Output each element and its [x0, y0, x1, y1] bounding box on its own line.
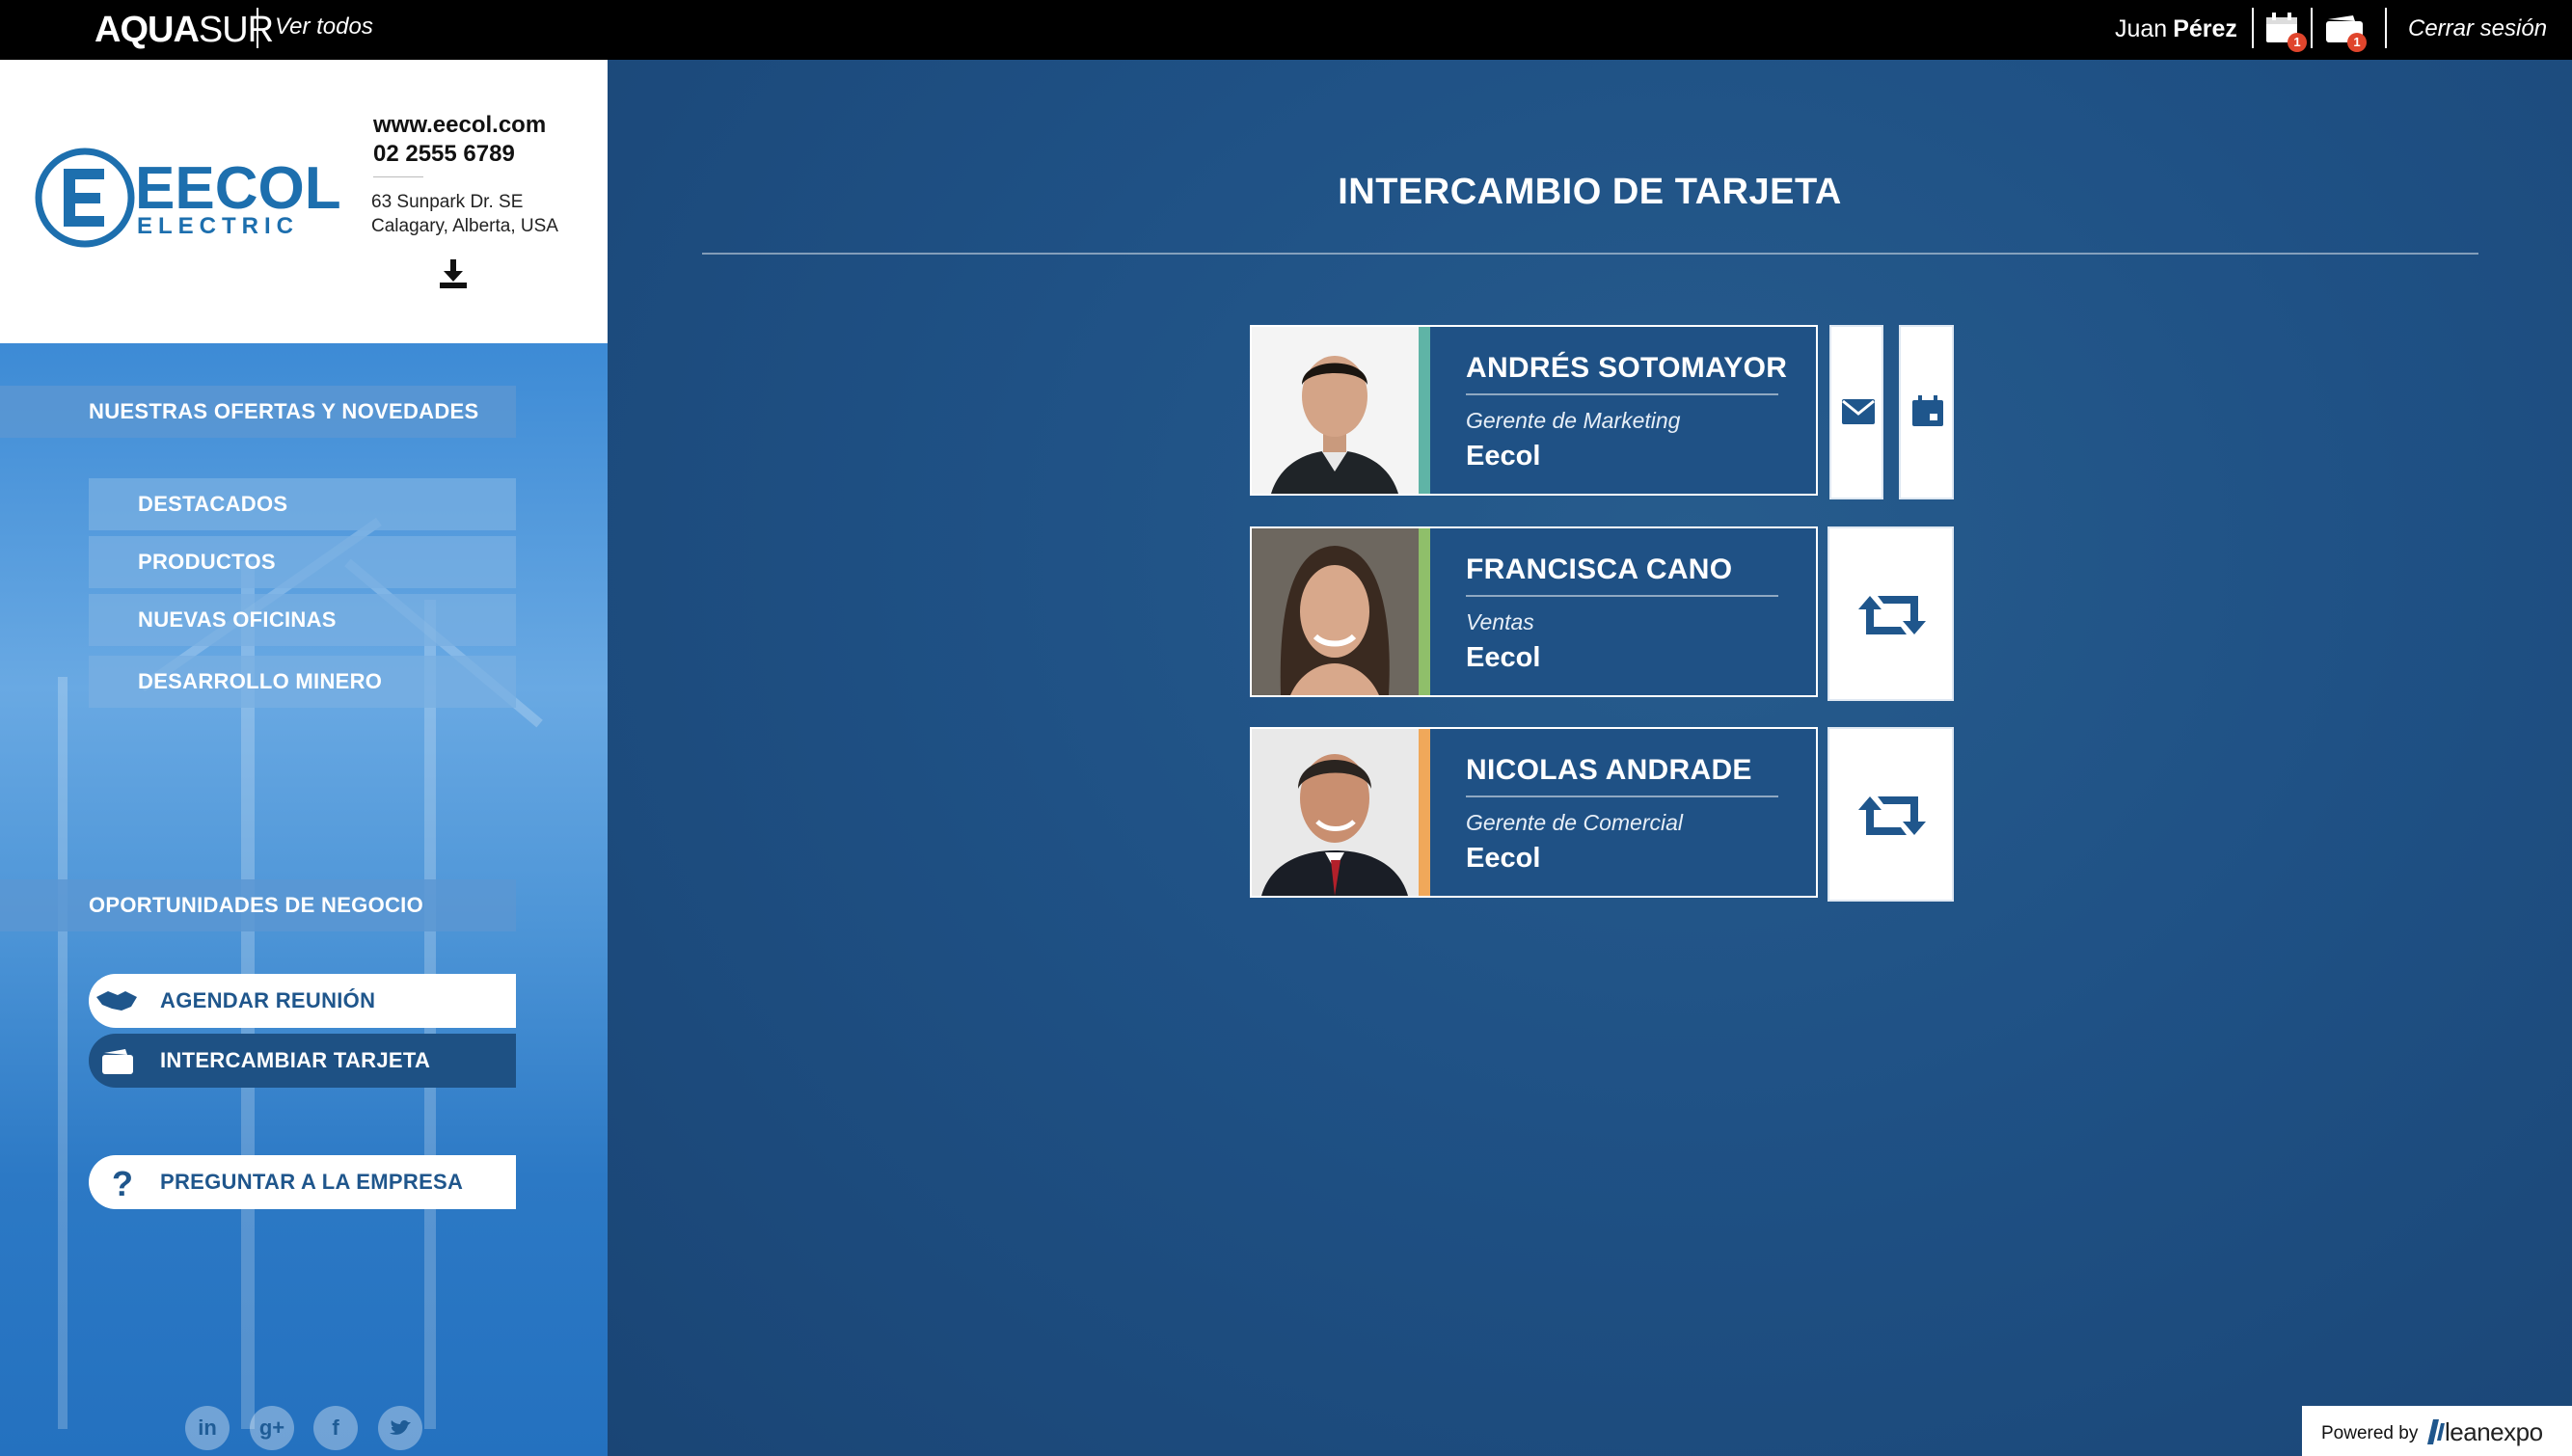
card-wallet-icon [102, 1049, 133, 1074]
menu-item-productos[interactable]: PRODUCTOS [89, 536, 516, 588]
ask-company-button[interactable]: ? PREGUNTAR A LA EMPRESA [89, 1155, 516, 1209]
contact-stripe [1419, 327, 1430, 494]
menu-item-destacados[interactable]: DESTACADOS [89, 478, 516, 530]
aquasur-logo[interactable]: AQUASUR [95, 10, 274, 51]
schedule-button[interactable] [1899, 325, 1954, 499]
turbine-decoration [58, 677, 68, 1429]
send-email-button[interactable] [1829, 325, 1883, 499]
contact-role: Ventas [1466, 609, 1534, 634]
leanexpo-brand: leanexpo [2445, 1417, 2543, 1446]
contact-card[interactable]: NICOLAS ANDRADE Gerente de Comercial Eec… [1250, 727, 1818, 898]
offers-heading: NUESTRAS OFERTAS Y NOVEDADES [0, 386, 516, 438]
exchange-card-button[interactable] [1827, 526, 1954, 701]
contact-company: Eecol [1466, 843, 1541, 874]
calendar-notification-button[interactable]: 1 [2264, 12, 2307, 52]
cards-notification-button[interactable]: 1 [2324, 12, 2367, 52]
powered-by-text: Powered by [2321, 1423, 2419, 1443]
exchange-card-button[interactable]: INTERCAMBIAR TARJETA [89, 1034, 516, 1088]
svg-text:ELECTRIC: ELECTRIC [137, 213, 299, 239]
twitter-bird [390, 1419, 411, 1435]
facebook-icon[interactable]: f [313, 1406, 358, 1450]
menu-item-desarrollo-minero[interactable]: DESARROLLO MINERO [89, 656, 516, 708]
svg-text:?: ? [112, 1164, 133, 1201]
question-icon: ? [112, 1164, 133, 1201]
divider [1466, 595, 1778, 597]
page-title: INTERCAMBIO DE TARJETA [1338, 172, 1842, 212]
divider [2385, 8, 2387, 48]
divider [373, 176, 423, 177]
contact-company: Eecol [1466, 642, 1541, 673]
top-bar: AQUASUR Ver todos Juan Pérez 1 1 Cerrar s… [0, 0, 2572, 60]
google-plus-icon[interactable]: g+ [250, 1406, 294, 1450]
user-name: Juan Pérez [2115, 15, 2237, 42]
handshake-icon [96, 991, 137, 1011]
envelope-icon [1842, 399, 1875, 424]
leanexpo-logo-icon [2427, 1419, 2445, 1444]
company-address-line2: Calagary, Alberta, USA [371, 216, 558, 236]
divider [2311, 8, 2313, 48]
cards-badge: 1 [2347, 33, 2367, 52]
main-content: INTERCAMBIO DE TARJETA ANDRÉS SOTOMAYOR … [608, 60, 2572, 1456]
twitter-icon[interactable] [378, 1406, 422, 1450]
ask-company-label: PREGUNTAR A LA EMPRESA [160, 1170, 464, 1194]
exchange-card-label: INTERCAMBIAR TARJETA [160, 1048, 431, 1072]
contact-role: Gerente de Comercial [1466, 810, 1683, 835]
calendar-badge: 1 [2288, 33, 2307, 52]
divider [1466, 795, 1778, 797]
divider [1466, 393, 1778, 395]
business-heading: OPORTUNIDADES DE NEGOCIO [0, 879, 516, 931]
exchange-icon [1858, 596, 1926, 634]
menu-item-nuevas-oficinas[interactable]: NUEVAS OFICINAS [89, 594, 516, 646]
contact-photo [1252, 528, 1419, 695]
contact-name: NICOLAS ANDRADE [1466, 754, 1752, 786]
contact-company: Eecol [1466, 441, 1541, 472]
svg-text:EECOL: EECOL [135, 155, 341, 222]
divider [702, 253, 2478, 255]
contact-stripe [1419, 528, 1430, 695]
contact-photo [1252, 729, 1419, 896]
logout-link[interactable]: Cerrar sesión [2408, 15, 2547, 42]
contact-card[interactable]: ANDRÉS SOTOMAYOR Gerente de Marketing Ee… [1250, 325, 1818, 496]
contact-photo [1252, 327, 1419, 494]
contact-name: ANDRÉS SOTOMAYOR [1466, 352, 1788, 384]
ver-todos-link[interactable]: Ver todos [275, 13, 373, 40]
contact-name: FRANCISCA CANO [1466, 553, 1733, 585]
eecol-logo: EECOL ELECTRIC [35, 148, 341, 248]
schedule-meeting-label: AGENDAR REUNIÓN [160, 988, 376, 1012]
download-icon[interactable] [436, 257, 471, 292]
company-card: EECOL ELECTRIC www.eecol.com 02 2555 678… [0, 60, 608, 343]
sidebar: EECOL ELECTRIC www.eecol.com 02 2555 678… [0, 60, 608, 1456]
company-website[interactable]: www.eecol.com [373, 112, 546, 139]
contact-stripe [1419, 729, 1430, 896]
divider [2252, 8, 2254, 48]
calendar-icon [1912, 395, 1943, 426]
contact-card[interactable]: FRANCISCA CANO Ventas Eecol [1250, 526, 1818, 697]
divider [257, 8, 258, 48]
exchange-icon [1858, 796, 1926, 835]
schedule-meeting-button[interactable]: AGENDAR REUNIÓN [89, 974, 516, 1028]
linkedin-icon[interactable]: in [185, 1406, 230, 1450]
powered-by-badge[interactable]: Powered by leanexpo [2302, 1406, 2572, 1456]
company-phone: 02 2555 6789 [373, 141, 515, 167]
company-address-line1: 63 Sunpark Dr. SE [371, 192, 524, 212]
exchange-card-button[interactable] [1827, 727, 1954, 902]
contact-role: Gerente de Marketing [1466, 408, 1681, 433]
